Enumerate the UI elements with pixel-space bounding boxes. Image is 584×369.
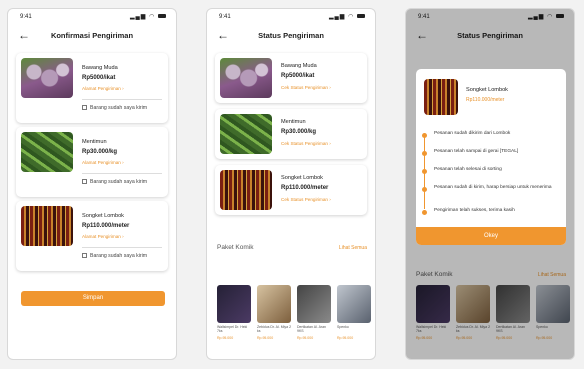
product-price: Rp30.000/kg: [281, 129, 317, 135]
timeline-dot-icon: [422, 151, 427, 156]
checkbox-label: Barang sudah saya kirim: [90, 253, 148, 259]
product-image-bawang: [21, 58, 73, 98]
comic-title: Spenko: [337, 325, 349, 329]
divider: [82, 99, 162, 100]
signal-wifi-battery-icon: ▂▄▆ ◠: [130, 13, 166, 20]
sent-checkbox[interactable]: Barang sudah saya kirim: [82, 253, 147, 259]
address-link[interactable]: Alamat Pengiriman ›: [82, 234, 124, 239]
product-price: Rp110.000/meter: [466, 97, 505, 103]
product-card-bawang: Bawang Muda Rp5000/ikat Cek Status Pengi…: [215, 53, 367, 103]
comic-price: Rp.95.000: [257, 336, 274, 340]
status-bar: 9:41 ▂▄▆ ◠: [8, 9, 176, 25]
comic-cover[interactable]: [217, 285, 251, 323]
product-image-mentimun: [21, 132, 73, 172]
product-price: Rp110.000/meter: [281, 185, 329, 191]
address-link[interactable]: Alamat Pengiriman ›: [82, 86, 124, 91]
product-price: Rp110.000/meter: [82, 223, 130, 229]
timeline-dot-icon: [422, 210, 427, 215]
product-price: Rp30.000/kg: [82, 149, 118, 155]
comic-title: Zebidus Dr. Al. Miya 2 ks: [257, 325, 292, 334]
signal-wifi-battery-icon: ▂▄▆ ◠: [329, 13, 365, 20]
comic-cover[interactable]: [297, 285, 331, 323]
comic-price: Rp.95.000: [217, 336, 234, 340]
header: ← Status Pengiriman: [207, 25, 375, 49]
screen-status-pengiriman-modal: 9:41 ▂▄▆ ◠ ← Status Pengiriman Paket Kom…: [405, 8, 575, 360]
page-title: Konfirmasi Pengiriman: [50, 31, 134, 40]
comic-cover[interactable]: [337, 285, 371, 323]
product-image-mentimun: [220, 114, 272, 154]
screen-konfirmasi-pengiriman: 9:41 ▂▄▆ ◠ ← Konfirmasi Pengiriman Bawan…: [7, 8, 177, 360]
page-title: Status Pengiriman: [258, 31, 324, 40]
product-image-songket: [220, 170, 272, 210]
checkbox-icon[interactable]: [82, 253, 87, 259]
product-card-songket: Songket Lombok Rp110.000/meter Cek Statu…: [215, 165, 367, 215]
product-card-mentimun: Mentimun Rp30.000/kg Alamat Pengiriman ›…: [16, 127, 168, 197]
section-title: Paket Komik: [217, 244, 254, 251]
comic-title: Dertikatan Al. Aran 9KS: [297, 325, 326, 334]
product-image-bawang: [220, 58, 272, 98]
product-name: Mentimun: [82, 139, 107, 145]
product-card-bawang: Bawang Muda Rp5000/ikat Alamat Pengirima…: [16, 53, 168, 123]
checkbox-label: Barang sudah saya kirim: [90, 179, 148, 185]
product-name: Songket Lombok: [82, 213, 124, 219]
comic-price: Rp.95.000: [337, 336, 354, 340]
timeline-dot-icon: [422, 133, 427, 138]
status-time: 9:41: [20, 14, 32, 20]
product-image-songket: [424, 79, 458, 115]
divider: [82, 247, 162, 248]
product-name: Songket Lombok: [281, 175, 323, 181]
comic-cover[interactable]: [257, 285, 291, 323]
check-status-link[interactable]: Cek Status Pengiriman ›: [281, 197, 331, 202]
okey-button[interactable]: Okey: [416, 227, 566, 245]
timeline-dot-icon: [422, 169, 427, 174]
comic-price: Rp.95.000: [297, 336, 314, 340]
product-name: Mentimun: [281, 119, 306, 125]
product-name: Songket Lombok: [466, 87, 508, 93]
check-status-link[interactable]: Cek Status Pengiriman ›: [281, 85, 331, 90]
shipping-status-modal: Songket Lombok Rp110.000/meter Pesanan s…: [416, 69, 566, 245]
comic-title: Wallsimpel Dr. Heki 7ks: [217, 325, 248, 334]
product-card-mentimun: Mentimun Rp30.000/kg Cek Status Pengirim…: [215, 109, 367, 159]
product-price: Rp5000/ikat: [281, 73, 315, 79]
product-image-songket: [21, 206, 73, 246]
checkbox-label: Barang sudah saya kirim: [90, 105, 148, 111]
checkbox-icon[interactable]: [82, 105, 87, 111]
product-card-songket: Songket Lombok Rp110.000/meter Alamat Pe…: [16, 201, 168, 271]
header: ← Konfirmasi Pengiriman: [8, 25, 176, 49]
status-time: 9:41: [219, 14, 231, 20]
product-name: Bawang Muda: [82, 65, 118, 71]
check-status-link[interactable]: Cek Status Pengiriman ›: [281, 141, 331, 146]
address-link[interactable]: Alamat Pengiriman ›: [82, 160, 124, 165]
product-price: Rp5000/ikat: [82, 75, 116, 81]
timeline-dot-icon: [422, 187, 427, 192]
checkbox-icon[interactable]: [82, 179, 87, 185]
status-bar: 9:41 ▂▄▆ ◠: [207, 9, 375, 25]
product-name: Bawang Muda: [281, 63, 317, 69]
sent-checkbox[interactable]: Barang sudah saya kirim: [82, 179, 147, 185]
save-button[interactable]: Simpan: [21, 291, 165, 306]
screen-status-pengiriman: 9:41 ▂▄▆ ◠ ← Status Pengiriman Bawang Mu…: [206, 8, 376, 360]
divider: [82, 173, 162, 174]
sent-checkbox[interactable]: Barang sudah saya kirim: [82, 105, 147, 111]
see-all-link[interactable]: Lihat Semua: [339, 245, 367, 251]
